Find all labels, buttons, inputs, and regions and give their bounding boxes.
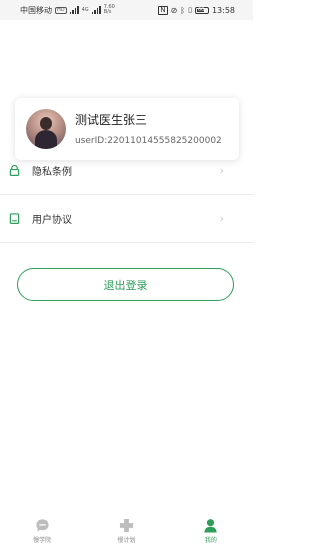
- user-id: userID:22011014555825200002: [75, 135, 222, 146]
- net-speed: 7.60 B/s: [104, 5, 115, 15]
- profile-text: 测试医生张三 userID:22011014555825200002: [75, 112, 222, 147]
- avatar-head: [40, 117, 52, 130]
- chevron-right-icon: ›: [219, 212, 224, 225]
- bluetooth-icon: ᛒ: [180, 5, 186, 15]
- profile-card[interactable]: 测试医生张三 userID:22011014555825200002: [15, 98, 239, 160]
- tab-slow-academy[interactable]: 慢学院: [0, 510, 84, 550]
- bottom-nav: 慢学院 慢计划 我的: [0, 510, 253, 550]
- person-icon: [204, 519, 217, 533]
- privacy-icon: [9, 165, 20, 176]
- battery-level: 60: [197, 6, 205, 13]
- vibrate-icon: ▯: [188, 6, 192, 14]
- chevron-right-icon: ›: [219, 164, 224, 177]
- cross-icon: [119, 518, 134, 533]
- avatar[interactable]: [26, 109, 66, 149]
- signal-icon: [69, 6, 79, 14]
- status-left: 中国移动 HD 4G 7.60 B/s: [20, 5, 115, 16]
- menu-label-privacy: 隐私条例: [32, 167, 72, 178]
- hd-label: HD: [55, 6, 67, 14]
- status-bar: 中国移动 HD 4G 7.60 B/s N ⊘ ᛒ ▯ 60 13:58: [0, 0, 253, 20]
- header-area: [0, 20, 253, 98]
- agreement-icon: [9, 213, 20, 224]
- menu-label-agreement: 用户协议: [32, 215, 72, 226]
- tab-label: 我的: [204, 537, 217, 544]
- tab-mine[interactable]: 我的: [169, 510, 253, 550]
- tab-label: 慢学院: [33, 537, 52, 544]
- network-type: 4G: [81, 6, 89, 13]
- chat-bubble-icon: [36, 519, 49, 532]
- carrier-label: 中国移动: [20, 5, 52, 15]
- tab-label: 慢计划: [117, 537, 136, 544]
- logout-button[interactable]: 退出登录: [17, 268, 234, 301]
- signal-icon-2: [91, 6, 101, 14]
- doctor-name: 测试医生张三: [75, 112, 148, 127]
- net-speed-unit: B/s: [103, 9, 112, 15]
- battery-icon: 60: [194, 6, 209, 14]
- tab-slow-plan[interactable]: 慢计划: [84, 510, 168, 550]
- nfc-icon: N: [158, 5, 168, 15]
- menu-item-agreement[interactable]: 用户协议 ›: [0, 195, 253, 243]
- status-right: N ⊘ ᛒ ▯ 60 13:58: [158, 5, 235, 15]
- clock: 13:58: [211, 5, 235, 15]
- mute-icon: ⊘: [170, 5, 178, 15]
- avatar-body: [35, 130, 57, 149]
